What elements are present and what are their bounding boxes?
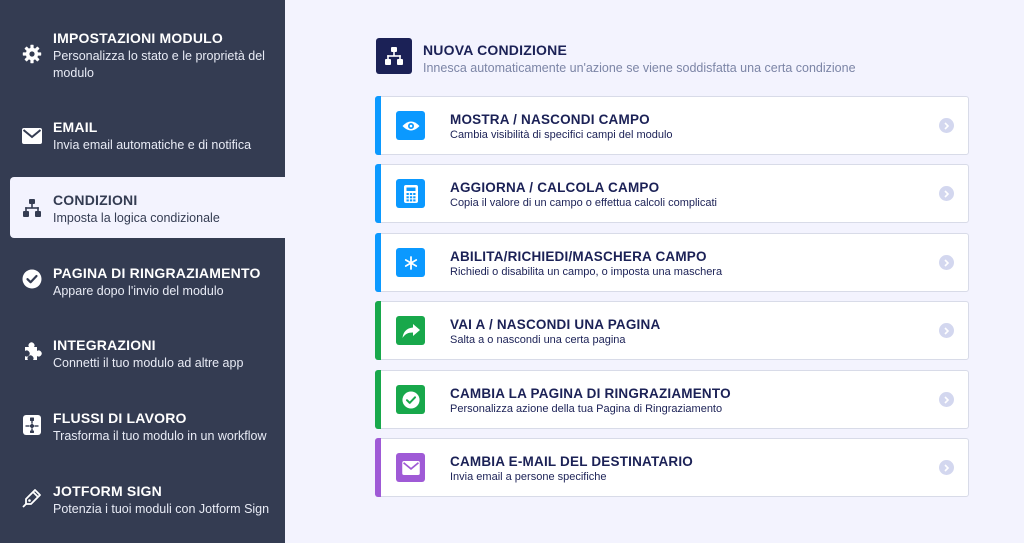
sidebar-item-jotform-sign[interactable]: JOTFORM SIGN Potenzia i tuoi moduli con … [0, 458, 285, 543]
card-subtitle: Cambia visibilità di specifici campi del… [450, 129, 673, 141]
card-subtitle: Copia il valore di un campo o effettua c… [450, 197, 717, 209]
card-title: ABILITA/RICHIEDI/MASCHERA CAMPO [450, 249, 707, 264]
sidebar-item-title: JOTFORM SIGN [53, 483, 162, 499]
check-circle-icon [21, 268, 43, 290]
card-subtitle: Invia email a persone specifiche [450, 471, 607, 483]
calculator-icon [396, 179, 425, 208]
condition-card-change-recipient-email[interactable]: CAMBIA E-MAIL DEL DESTINATARIO Invia ema… [375, 438, 969, 497]
card-accent [375, 438, 381, 497]
sidebar-item-conditions[interactable]: CONDIZIONI Imposta la logica condizional… [10, 177, 285, 238]
card-subtitle: Salta a o nascondi una certa pagina [450, 334, 626, 346]
sidebar-item-form-settings[interactable]: IMPOSTAZIONI MODULO Personalizza lo stat… [0, 0, 285, 96]
check-circle-icon [396, 385, 425, 414]
envelope-icon [396, 453, 425, 482]
page-title: NUOVA CONDIZIONE [423, 42, 567, 58]
sidebar-item-integrations[interactable]: INTEGRAZIONI Connetti il tuo modulo ad a… [0, 312, 285, 385]
eye-icon [396, 111, 425, 140]
card-accent [375, 96, 381, 155]
asterisk-icon [396, 248, 425, 277]
sidebar-item-subtitle: Trasforma il tuo modulo in un workflow [53, 429, 267, 443]
sidebar: IMPOSTAZIONI MODULO Personalizza lo stat… [0, 0, 285, 543]
condition-card-enable-require-mask-field[interactable]: ABILITA/RICHIEDI/MASCHERA CAMPO Richiedi… [375, 233, 969, 292]
new-condition-icon [376, 38, 412, 74]
envelope-icon [21, 125, 43, 147]
sidebar-item-subtitle: Appare dopo l'invio del modulo [53, 284, 224, 298]
card-accent [375, 301, 381, 360]
pen-icon [21, 487, 43, 509]
sidebar-item-title: IMPOSTAZIONI MODULO [53, 30, 223, 46]
card-title: AGGIORNA / CALCOLA CAMPO [450, 180, 660, 195]
chevron-right-icon [939, 323, 954, 338]
sidebar-item-email[interactable]: EMAIL Invia email automatiche e di notif… [0, 96, 285, 174]
chevron-right-icon [939, 460, 954, 475]
puzzle-icon [21, 341, 43, 363]
condition-card-show-hide-field[interactable]: MOSTRA / NASCONDI CAMPO Cambia visibilit… [375, 96, 969, 155]
card-subtitle: Personalizza azione della tua Pagina di … [450, 403, 723, 415]
chevron-right-icon [939, 186, 954, 201]
card-subtitle: Richiedi o disabilita un campo, o impost… [450, 266, 723, 278]
sidebar-item-title: PAGINA DI RINGRAZIAMENTO [53, 265, 261, 281]
card-title: VAI A / NASCONDI UNA PAGINA [450, 317, 661, 332]
sidebar-item-subtitle: Invia email automatiche e di notifica [53, 138, 252, 152]
condition-card-skip-hide-page[interactable]: VAI A / NASCONDI UNA PAGINA Salta a o na… [375, 301, 969, 360]
sitemap-icon [21, 197, 43, 219]
chevron-right-icon [939, 392, 954, 407]
sidebar-item-subtitle: Connetti il tuo modulo ad altre app [53, 356, 244, 370]
card-title: MOSTRA / NASCONDI CAMPO [450, 112, 650, 127]
sidebar-item-title: INTEGRAZIONI [53, 337, 156, 353]
condition-card-update-calculate-field[interactable]: AGGIORNA / CALCOLA CAMPO Copia il valore… [375, 164, 969, 223]
card-accent [375, 233, 381, 292]
chevron-right-icon [939, 118, 954, 133]
card-title: CAMBIA LA PAGINA DI RINGRAZIAMENTO [450, 386, 731, 401]
sidebar-item-title: CONDIZIONI [53, 192, 138, 208]
card-accent [375, 370, 381, 429]
sidebar-item-thank-you-page[interactable]: PAGINA DI RINGRAZIAMENTO Appare dopo l'i… [0, 240, 285, 312]
card-title: CAMBIA E-MAIL DEL DESTINATARIO [450, 454, 693, 469]
workflow-icon [21, 414, 43, 436]
page-subtitle: Innesca automaticamente un'azione se vie… [423, 61, 856, 75]
sidebar-item-subtitle: Personalizza lo stato e le proprietà del… [53, 49, 265, 80]
card-accent [375, 164, 381, 223]
gear-icon [21, 43, 43, 65]
condition-card-change-thank-you-page[interactable]: CAMBIA LA PAGINA DI RINGRAZIAMENTO Perso… [375, 370, 969, 429]
sidebar-item-subtitle: Potenzia i tuoi moduli con Jotform Sign [53, 502, 270, 516]
sidebar-item-workflows[interactable]: FLUSSI DI LAVORO Trasforma il tuo modulo… [0, 385, 285, 458]
sidebar-item-subtitle: Imposta la logica condizionale [53, 211, 220, 225]
sidebar-item-title: EMAIL [53, 119, 98, 135]
chevron-right-icon [939, 255, 954, 270]
sidebar-item-title: FLUSSI DI LAVORO [53, 410, 187, 426]
share-arrow-icon [396, 316, 425, 345]
